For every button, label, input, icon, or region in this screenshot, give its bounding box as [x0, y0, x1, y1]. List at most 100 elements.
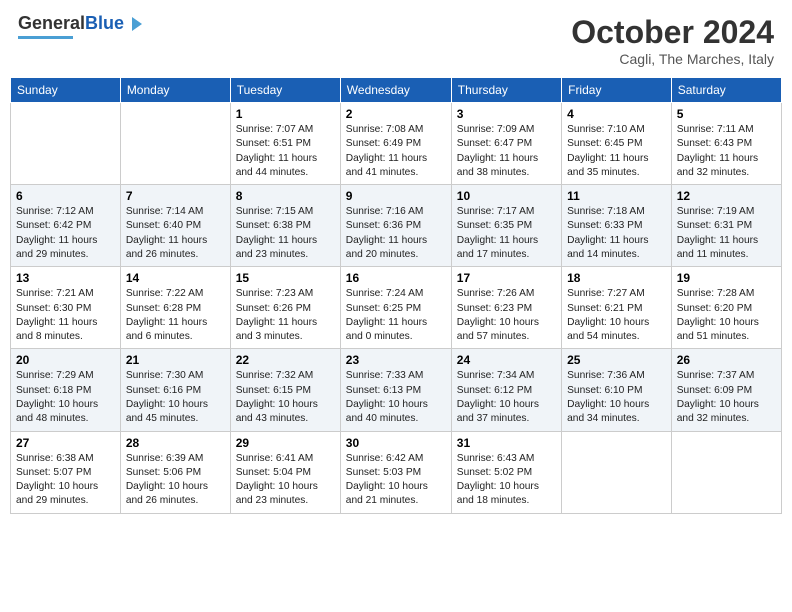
day-number: 17 [457, 271, 556, 285]
day-number: 11 [567, 189, 666, 203]
day-number: 22 [236, 353, 335, 367]
day-number: 25 [567, 353, 666, 367]
day-header-thursday: Thursday [451, 78, 561, 103]
calendar-week-row: 1Sunrise: 7:07 AM Sunset: 6:51 PM Daylig… [11, 103, 782, 185]
calendar-cell [562, 431, 672, 513]
day-content: Sunrise: 6:42 AM Sunset: 5:03 PM Dayligh… [346, 452, 446, 509]
calendar-cell: 3 Sunrise: 7:09 AM Sunset: 6:47 PM Daylig… [451, 103, 561, 185]
day-content: Sunrise: 6:43 AM Sunset: 5:02 PM Dayligh… [457, 452, 556, 509]
day-content: Sunrise: 7:28 AM Sunset: 6:20 PM Dayligh… [677, 287, 776, 344]
logo-arrow-icon [126, 15, 144, 33]
calendar-cell: 25Sunrise: 7:36 AM Sunset: 6:10 PM Dayli… [562, 349, 672, 431]
calendar-cell: 19 Sunrise: 7:28 AM Sunset: 6:20 PM Dayli… [671, 267, 781, 349]
calendar-cell: 24Sunrise: 7:34 AM Sunset: 6:12 PM Dayli… [451, 349, 561, 431]
day-content: Sunrise: 7:12 AM Sunset: 6:42 PM Dayligh… [16, 205, 115, 262]
calendar-cell: 5Sunrise: 7:11 AM Sunset: 6:43 PM Daylig… [671, 103, 781, 185]
calendar-cell: 10 Sunrise: 7:17 AM Sunset: 6:35 PM Dayli… [451, 185, 561, 267]
day-content: Sunrise: 7:37 AM Sunset: 6:09 PM Dayligh… [677, 369, 776, 426]
calendar-cell: 4Sunrise: 7:10 AM Sunset: 6:45 PM Daylig… [562, 103, 672, 185]
day-content: Sunrise: 7:09 AM Sunset: 6:47 PM Dayligh… [457, 123, 556, 180]
calendar-cell [120, 103, 230, 185]
calendar-cell: 31 Sunrise: 6:43 AM Sunset: 5:02 PM Dayli… [451, 431, 561, 513]
month-title: October 2024 [571, 14, 774, 51]
calendar-cell: 28 Sunrise: 6:39 AM Sunset: 5:06 PM Dayli… [120, 431, 230, 513]
calendar-cell: 30Sunrise: 6:42 AM Sunset: 5:03 PM Dayli… [340, 431, 451, 513]
day-number: 10 [457, 189, 556, 203]
calendar-cell: 26 Sunrise: 7:37 AM Sunset: 6:09 PM Dayli… [671, 349, 781, 431]
calendar-cell: 20Sunrise: 7:29 AM Sunset: 6:18 PM Dayli… [11, 349, 121, 431]
calendar-cell: 18 Sunrise: 7:27 AM Sunset: 6:21 PM Dayli… [562, 267, 672, 349]
day-number: 13 [16, 271, 115, 285]
day-content: Sunrise: 6:39 AM Sunset: 5:06 PM Dayligh… [126, 452, 225, 509]
day-header-sunday: Sunday [11, 78, 121, 103]
calendar-cell: 27Sunrise: 6:38 AM Sunset: 5:07 PM Dayli… [11, 431, 121, 513]
day-number: 26 [677, 353, 776, 367]
calendar-cell: 6 Sunrise: 7:12 AM Sunset: 6:42 PM Daylig… [11, 185, 121, 267]
day-number: 20 [16, 353, 115, 367]
day-content: Sunrise: 7:10 AM Sunset: 6:45 PM Dayligh… [567, 123, 666, 180]
calendar-week-row: 6 Sunrise: 7:12 AM Sunset: 6:42 PM Daylig… [11, 185, 782, 267]
day-number: 16 [346, 271, 446, 285]
day-number: 31 [457, 436, 556, 450]
calendar-cell: 1Sunrise: 7:07 AM Sunset: 6:51 PM Daylig… [230, 103, 340, 185]
day-content: Sunrise: 7:32 AM Sunset: 6:15 PM Dayligh… [236, 369, 335, 426]
day-header-monday: Monday [120, 78, 230, 103]
calendar-week-row: 27Sunrise: 6:38 AM Sunset: 5:07 PM Dayli… [11, 431, 782, 513]
calendar-cell [671, 431, 781, 513]
calendar-cell: 9 Sunrise: 7:16 AM Sunset: 6:36 PM Daylig… [340, 185, 451, 267]
day-number: 23 [346, 353, 446, 367]
calendar-cell: 16 Sunrise: 7:24 AM Sunset: 6:25 PM Dayli… [340, 267, 451, 349]
logo-text: GeneralBlue [18, 14, 124, 34]
day-header-saturday: Saturday [671, 78, 781, 103]
day-number: 19 [677, 271, 776, 285]
day-number: 21 [126, 353, 225, 367]
day-content: Sunrise: 7:33 AM Sunset: 6:13 PM Dayligh… [346, 369, 446, 426]
logo: GeneralBlue [18, 14, 144, 39]
calendar-cell: 14Sunrise: 7:22 AM Sunset: 6:28 PM Dayli… [120, 267, 230, 349]
calendar-cell: 17Sunrise: 7:26 AM Sunset: 6:23 PM Dayli… [451, 267, 561, 349]
calendar-cell [11, 103, 121, 185]
calendar-cell: 2Sunrise: 7:08 AM Sunset: 6:49 PM Daylig… [340, 103, 451, 185]
calendar-cell: 8 Sunrise: 7:15 AM Sunset: 6:38 PM Daylig… [230, 185, 340, 267]
logo-underline [18, 36, 73, 39]
day-number: 24 [457, 353, 556, 367]
day-content: Sunrise: 6:41 AM Sunset: 5:04 PM Dayligh… [236, 452, 335, 509]
calendar-cell: 7 Sunrise: 7:14 AM Sunset: 6:40 PM Daylig… [120, 185, 230, 267]
calendar-cell: 22 Sunrise: 7:32 AM Sunset: 6:15 PM Dayli… [230, 349, 340, 431]
calendar-week-row: 20Sunrise: 7:29 AM Sunset: 6:18 PM Dayli… [11, 349, 782, 431]
day-number: 15 [236, 271, 335, 285]
calendar-table: SundayMondayTuesdayWednesdayThursdayFrid… [10, 77, 782, 514]
day-content: Sunrise: 7:22 AM Sunset: 6:28 PM Dayligh… [126, 287, 225, 344]
day-content: Sunrise: 7:15 AM Sunset: 6:38 PM Dayligh… [236, 205, 335, 262]
day-content: Sunrise: 6:38 AM Sunset: 5:07 PM Dayligh… [16, 452, 115, 509]
day-number: 9 [346, 189, 446, 203]
day-content: Sunrise: 7:17 AM Sunset: 6:35 PM Dayligh… [457, 205, 556, 262]
location-subtitle: Cagli, The Marches, Italy [571, 51, 774, 67]
day-content: Sunrise: 7:08 AM Sunset: 6:49 PM Dayligh… [346, 123, 446, 180]
day-content: Sunrise: 7:27 AM Sunset: 6:21 PM Dayligh… [567, 287, 666, 344]
day-header-tuesday: Tuesday [230, 78, 340, 103]
day-number: 8 [236, 189, 335, 203]
day-number: 7 [126, 189, 225, 203]
day-content: Sunrise: 7:19 AM Sunset: 6:31 PM Dayligh… [677, 205, 776, 262]
day-content: Sunrise: 7:21 AM Sunset: 6:30 PM Dayligh… [16, 287, 115, 344]
page-header: GeneralBlue October 2024 Cagli, The Marc… [10, 10, 782, 71]
day-number: 6 [16, 189, 115, 203]
day-content: Sunrise: 7:16 AM Sunset: 6:36 PM Dayligh… [346, 205, 446, 262]
day-header-wednesday: Wednesday [340, 78, 451, 103]
day-content: Sunrise: 7:23 AM Sunset: 6:26 PM Dayligh… [236, 287, 335, 344]
calendar-cell: 21Sunrise: 7:30 AM Sunset: 6:16 PM Dayli… [120, 349, 230, 431]
day-number: 29 [236, 436, 335, 450]
day-number: 5 [677, 107, 776, 121]
day-number: 28 [126, 436, 225, 450]
day-number: 12 [677, 189, 776, 203]
day-number: 3 [457, 107, 556, 121]
day-content: Sunrise: 7:18 AM Sunset: 6:33 PM Dayligh… [567, 205, 666, 262]
title-block: October 2024 Cagli, The Marches, Italy [571, 14, 774, 67]
day-content: Sunrise: 7:14 AM Sunset: 6:40 PM Dayligh… [126, 205, 225, 262]
calendar-cell: 29 Sunrise: 6:41 AM Sunset: 5:04 PM Dayli… [230, 431, 340, 513]
day-number: 18 [567, 271, 666, 285]
calendar-cell: 15 Sunrise: 7:23 AM Sunset: 6:26 PM Dayli… [230, 267, 340, 349]
day-content: Sunrise: 7:24 AM Sunset: 6:25 PM Dayligh… [346, 287, 446, 344]
day-number: 1 [236, 107, 335, 121]
